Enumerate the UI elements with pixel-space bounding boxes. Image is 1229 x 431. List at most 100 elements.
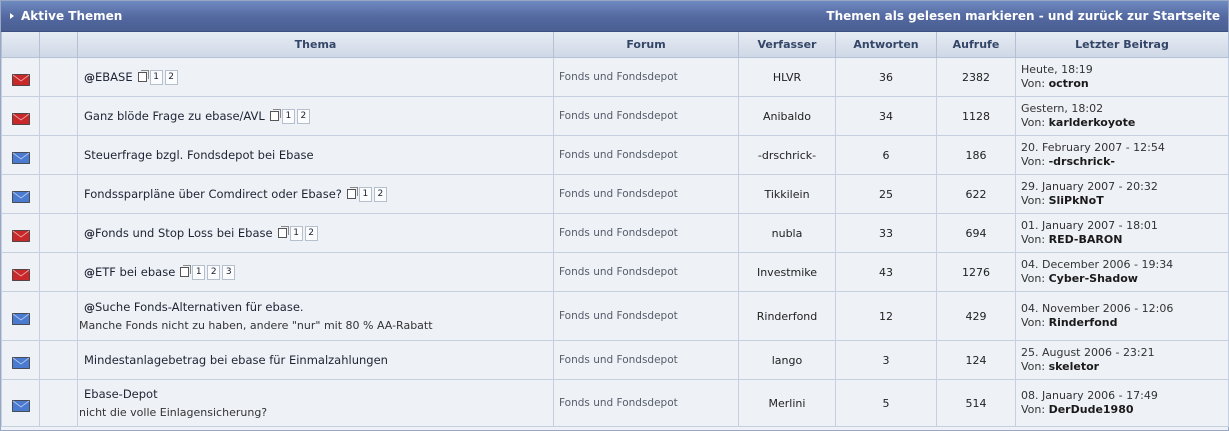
last-post-by: Von: [1021, 77, 1046, 90]
last-post-by: Von: [1021, 194, 1046, 207]
last-post-cell: 01. January 2007 - 18:01 Von: RED-BARON [1015, 213, 1229, 253]
replies-count[interactable]: 34 [835, 96, 937, 136]
author-link[interactable]: nubla [738, 213, 836, 253]
page-link[interactable]: 1 [358, 186, 372, 202]
page-link[interactable]: 2 [304, 225, 318, 241]
topic-link[interactable]: Fonds und Stop Loss bei Ebase [95, 226, 273, 240]
topic-prefix: @ [84, 70, 95, 84]
topic-icon-cell [39, 340, 78, 380]
page-link[interactable]: 2 [373, 186, 387, 202]
forum-link[interactable]: Fonds und Fondsdepot [553, 57, 739, 97]
topic-status [1, 135, 40, 175]
col-author[interactable]: Verfasser [738, 32, 836, 58]
topic-link[interactable]: Suche Fonds-Alternativen für ebase. [95, 300, 304, 314]
last-post-date[interactable]: Heute, 18:19 [1021, 63, 1093, 76]
forum-link[interactable]: Fonds und Fondsdepot [553, 379, 739, 427]
last-post-date[interactable]: 29. January 2007 - 20:32 [1021, 180, 1158, 193]
last-post-by: Von: [1021, 116, 1046, 129]
forum-link[interactable]: Fonds und Fondsdepot [553, 135, 739, 175]
mark-read-link[interactable]: Themen als gelesen markieren - und zurüc… [826, 9, 1220, 23]
replies-count[interactable]: 25 [835, 174, 937, 214]
author-link[interactable]: Tikkilein [738, 174, 836, 214]
last-post-cell: 20. February 2007 - 12:54 Von: -drschrick… [1015, 135, 1229, 175]
page-link[interactable]: 1 [149, 69, 163, 85]
last-post-user[interactable]: skeletor [1049, 360, 1100, 373]
forum-link[interactable]: Fonds und Fondsdepot [553, 213, 739, 253]
arrow-right-icon [10, 13, 14, 19]
last-post-date[interactable]: 25. August 2006 - 23:21 [1021, 346, 1155, 359]
last-post-date[interactable]: 08. January 2006 - 17:49 [1021, 389, 1158, 402]
forum-link[interactable]: Fonds und Fondsdepot [553, 252, 739, 292]
page-link[interactable]: 2 [296, 108, 310, 124]
forum-link[interactable]: Fonds und Fondsdepot [553, 174, 739, 214]
topic-pages: 12 [277, 225, 320, 241]
topic-link[interactable]: Fondssparpläne über Comdirect oder Ebase… [84, 187, 342, 201]
forum-link[interactable]: Fonds und Fondsdepot [553, 340, 739, 380]
last-post-user[interactable]: DerDude1980 [1049, 403, 1134, 416]
last-post-user[interactable]: SliPkNoT [1049, 194, 1104, 207]
author-link[interactable]: Merlini [738, 379, 836, 427]
page-link[interactable]: 1 [289, 225, 303, 241]
pages-icon [180, 265, 192, 277]
panel-title: Aktive Themen [10, 9, 122, 23]
last-post-user[interactable]: Cyber-Shadow [1049, 272, 1138, 285]
last-post-user[interactable]: -drschrick- [1049, 155, 1115, 168]
last-post-user[interactable]: Rinderfond [1049, 316, 1118, 329]
last-post-date[interactable]: Gestern, 18:02 [1021, 102, 1103, 115]
last-post-by: Von: [1021, 403, 1046, 416]
col-replies[interactable]: Antworten [835, 32, 937, 58]
forum-link[interactable]: Fonds und Fondsdepot [553, 291, 739, 341]
last-post-date[interactable]: 20. February 2007 - 12:54 [1021, 141, 1165, 154]
author-link[interactable]: Rinderfond [738, 291, 836, 341]
replies-count[interactable]: 6 [835, 135, 937, 175]
topic-link[interactable]: ETF bei ebase [95, 265, 175, 279]
page-link[interactable]: 1 [281, 108, 295, 124]
topic-cell: @EBASE 1 2 [77, 57, 554, 97]
col-topic[interactable]: Thema [77, 32, 554, 58]
envelope-icon [12, 356, 30, 369]
replies-count[interactable]: 43 [835, 252, 937, 292]
views-count: 124 [936, 340, 1016, 380]
page-link[interactable]: 2 [164, 69, 178, 85]
table-row: Fondssparpläne über Comdirect oder Ebase… [1, 174, 1229, 214]
replies-count[interactable]: 12 [835, 291, 937, 341]
topic-link[interactable]: Steuerfrage bzgl. Fondsdepot bei Ebase [84, 148, 314, 162]
last-post-date[interactable]: 01. January 2007 - 18:01 [1021, 219, 1158, 232]
replies-count[interactable]: 36 [835, 57, 937, 97]
author-link[interactable]: Investmike [738, 252, 836, 292]
last-post-user[interactable]: karlderkoyote [1049, 116, 1136, 129]
col-last-post[interactable]: Letzter Beitrag [1015, 32, 1229, 58]
topic-description: nicht die volle Einlagensicherung? [79, 406, 268, 419]
topic-link[interactable]: Mindestanlagebetrag bei ebase für Einmal… [84, 353, 388, 367]
author-link[interactable]: -drschrick- [738, 135, 836, 175]
page-link[interactable]: 3 [222, 264, 236, 280]
hot-envelope-icon [12, 229, 30, 242]
last-post-user[interactable]: octron [1049, 77, 1089, 90]
replies-count[interactable]: 33 [835, 213, 937, 253]
replies-count[interactable]: 5 [835, 379, 937, 427]
hot-envelope-icon [12, 73, 30, 86]
page-link[interactable]: 2 [207, 264, 221, 280]
last-post-cell: 08. January 2006 - 17:49 Von: DerDude1980 [1015, 379, 1229, 427]
last-post-by: Von: [1021, 272, 1046, 285]
table-header-row: Thema Forum Verfasser Antworten Aufrufe … [1, 32, 1229, 58]
col-views[interactable]: Aufrufe [936, 32, 1016, 58]
topic-link[interactable]: Ganz blöde Frage zu ebase/AVL [84, 109, 265, 123]
author-link[interactable]: lango [738, 340, 836, 380]
author-link[interactable]: Anibaldo [738, 96, 836, 136]
topic-prefix: @ [84, 301, 95, 314]
author-link[interactable]: HLVR [738, 57, 836, 97]
topic-icon-cell [39, 379, 78, 427]
replies-count[interactable]: 3 [835, 340, 937, 380]
pages-icon [346, 187, 358, 199]
topic-status [1, 57, 40, 97]
last-post-user[interactable]: RED-BARON [1049, 233, 1123, 246]
page-link[interactable]: 1 [192, 264, 206, 280]
topic-link[interactable]: EBASE [95, 70, 133, 84]
col-forum[interactable]: Forum [553, 32, 739, 58]
last-post-date[interactable]: 04. December 2006 - 19:34 [1021, 258, 1173, 271]
views-count: 1276 [936, 252, 1016, 292]
last-post-date[interactable]: 04. November 2006 - 12:06 [1021, 302, 1173, 315]
topic-link[interactable]: Ebase-Depot [84, 387, 158, 401]
forum-link[interactable]: Fonds und Fondsdepot [553, 96, 739, 136]
